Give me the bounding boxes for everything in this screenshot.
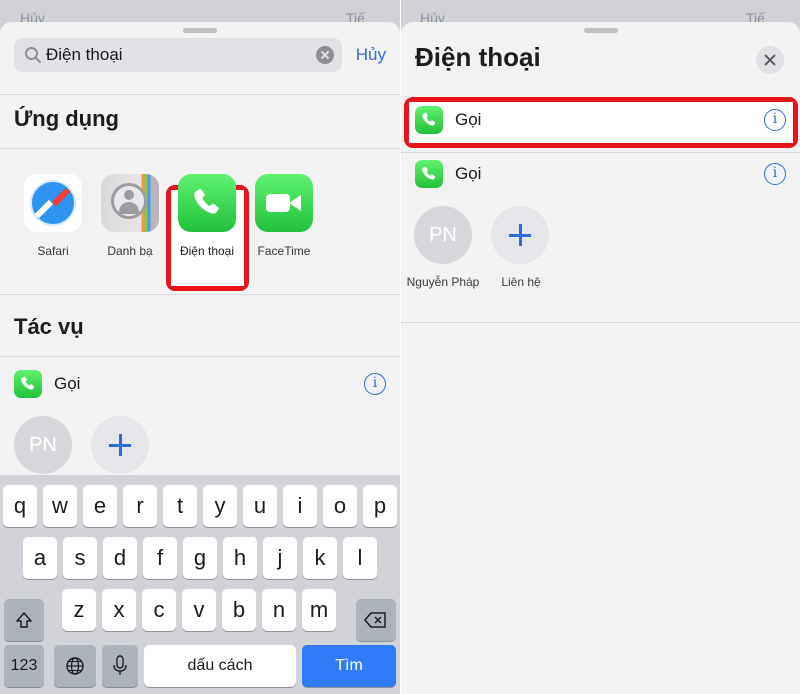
delete-key[interactable] [356, 599, 396, 641]
divider [401, 152, 800, 153]
key-z[interactable]: z [62, 589, 96, 631]
key-d[interactable]: d [103, 537, 137, 579]
detail-sheet: Điện thoại Gọi i Gọi i PN Nguyễn Pháp Li… [401, 22, 800, 694]
key-m[interactable]: m [302, 589, 336, 631]
contacts-icon [101, 174, 159, 232]
key-x[interactable]: x [102, 589, 136, 631]
key-a[interactable]: a [23, 537, 57, 579]
globe-key[interactable] [54, 645, 96, 687]
key-n[interactable]: n [262, 589, 296, 631]
actions-section-title: Tác vụ [14, 314, 84, 339]
mic-key[interactable] [102, 645, 138, 687]
key-k[interactable]: k [303, 537, 337, 579]
key-w[interactable]: w [43, 485, 77, 527]
cancel-button[interactable]: Hủy [356, 45, 386, 65]
contact-name: Nguyễn Pháp [406, 275, 480, 289]
app-safari[interactable]: Safari [15, 174, 91, 258]
app-phone[interactable]: Điện thoại [169, 174, 245, 258]
divider [0, 294, 400, 295]
app-label: Điện thoại [179, 244, 235, 258]
key-j[interactable]: j [263, 537, 297, 579]
key-h[interactable]: h [223, 537, 257, 579]
contact-avatar[interactable]: PN [14, 416, 72, 474]
left-panel: Hủy Tiế Điện thoại Hủy Ứng dụng Safari D… [0, 0, 400, 694]
search-icon [25, 47, 41, 63]
phone-icon [415, 106, 443, 134]
key-p[interactable]: p [363, 485, 397, 527]
key-g[interactable]: g [183, 537, 217, 579]
numbers-key[interactable]: 123 [4, 645, 44, 687]
sheet-grabber[interactable] [183, 28, 217, 33]
globe-icon [66, 657, 84, 675]
action-call-row[interactable]: Gọi i [415, 160, 786, 190]
phone-icon [178, 174, 236, 232]
add-contact-button[interactable] [491, 206, 549, 264]
search-key[interactable]: Tìm [302, 645, 396, 687]
keyboard: 123 dấu cách Tìm qwertyuiop asdfghjkl zxcv… [0, 475, 400, 694]
key-c[interactable]: c [142, 589, 176, 631]
divider [0, 148, 400, 149]
search-input[interactable]: Điện thoại [14, 38, 342, 72]
safari-icon [24, 174, 82, 232]
key-t[interactable]: t [163, 485, 197, 527]
clear-search-icon[interactable] [316, 46, 334, 64]
shift-icon [16, 612, 32, 628]
divider [0, 94, 400, 95]
info-icon[interactable]: i [364, 373, 386, 395]
contact-initials: PN [29, 434, 57, 456]
key-u[interactable]: u [243, 485, 277, 527]
space-key[interactable]: dấu cách [144, 645, 296, 687]
shift-key[interactable] [4, 599, 44, 641]
key-e[interactable]: e [83, 485, 117, 527]
key-q[interactable]: q [3, 485, 37, 527]
contact-initials: PN [429, 224, 457, 246]
contact-avatar[interactable]: PN [414, 206, 472, 264]
add-contact-button[interactable] [91, 416, 149, 474]
microphone-icon [113, 655, 127, 675]
search-input-value: Điện thoại [46, 45, 123, 64]
key-r[interactable]: r [123, 485, 157, 527]
key-v[interactable]: v [182, 589, 216, 631]
action-label: Gọi [54, 374, 81, 393]
app-label: FaceTime [257, 244, 311, 258]
search-row: Điện thoại Hủy [14, 38, 386, 72]
divider [401, 322, 800, 323]
key-s[interactable]: s [63, 537, 97, 579]
action-label: Gọi [455, 164, 482, 183]
app-label: Safari [37, 244, 69, 258]
action-call-row[interactable]: Gọi i [14, 370, 386, 400]
key-o[interactable]: o [323, 485, 357, 527]
info-icon[interactable]: i [764, 109, 786, 131]
sheet-grabber[interactable] [583, 28, 618, 33]
page-title: Điện thoại [415, 42, 541, 72]
facetime-icon [255, 174, 313, 232]
divider [0, 356, 400, 357]
info-icon[interactable]: i [764, 163, 786, 185]
key-l[interactable]: l [343, 537, 377, 579]
right-panel: Hủy Tiế Điện thoại Gọi i Gọi i PN Nguyễn… [401, 0, 800, 694]
app-contacts[interactable]: Danh bạ [92, 174, 168, 258]
app-label: Danh bạ [107, 244, 153, 258]
action-label: Gọi [455, 110, 482, 129]
key-b[interactable]: b [222, 589, 256, 631]
app-facetime[interactable]: FaceTime [246, 174, 322, 258]
key-i[interactable]: i [283, 485, 317, 527]
apps-section-title: Ứng dụng [14, 106, 119, 131]
backspace-icon [364, 612, 386, 628]
add-contact-label: Liên hệ [501, 275, 541, 289]
action-call-row[interactable]: Gọi i [415, 106, 786, 136]
phone-icon [415, 160, 443, 188]
phone-icon [14, 370, 42, 398]
close-icon[interactable] [756, 46, 784, 74]
key-f[interactable]: f [143, 537, 177, 579]
key-y[interactable]: y [203, 485, 237, 527]
